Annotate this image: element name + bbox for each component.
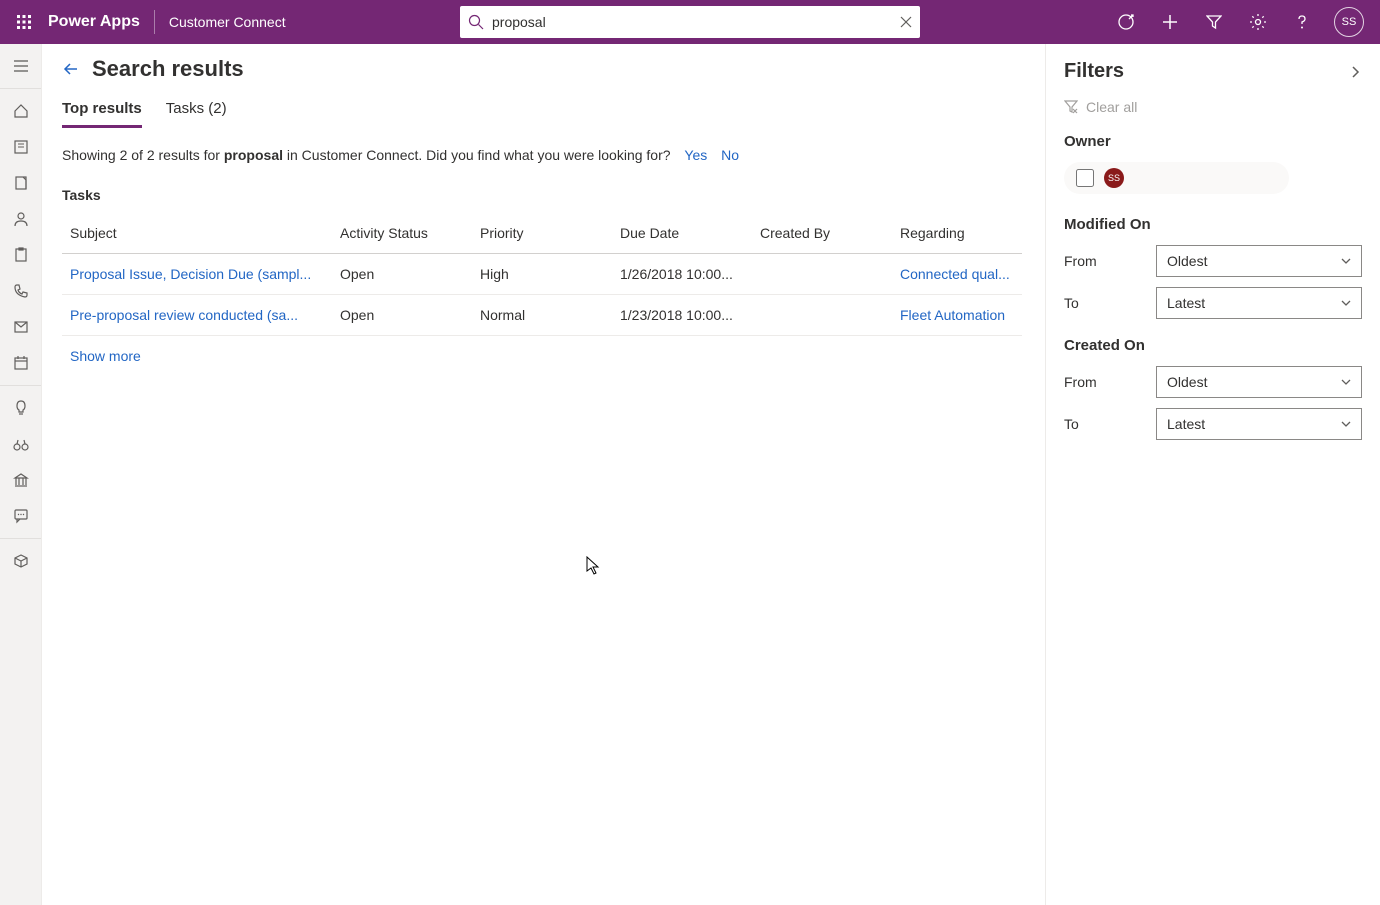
column-due-date[interactable]: Due Date [612, 213, 752, 254]
created-to-combo[interactable]: Latest [1156, 408, 1362, 440]
cell-due-date: 1/23/2018 10:00... [612, 295, 752, 336]
calendar-icon[interactable] [0, 345, 42, 381]
show-more-link[interactable]: Show more [62, 348, 141, 364]
clear-filter-icon [1064, 100, 1078, 114]
clear-search-icon[interactable] [900, 16, 912, 28]
user-avatar[interactable]: SS [1334, 7, 1364, 37]
settings-icon[interactable] [1238, 0, 1278, 44]
column-subject[interactable]: Subject [62, 213, 332, 254]
hamburger-icon[interactable] [0, 48, 42, 84]
cube-icon[interactable] [0, 543, 42, 579]
add-icon[interactable] [1150, 0, 1190, 44]
search-input[interactable] [492, 14, 900, 30]
cell-activity-status: Open [332, 254, 472, 295]
tab-top-results[interactable]: Top results [62, 100, 142, 128]
nav-item-2[interactable] [0, 129, 42, 165]
task-link[interactable]: Proposal Issue, Decision Due (sampl... [70, 266, 311, 282]
result-tabs: Top results Tasks (2) [62, 100, 1025, 129]
content-area: Search results Top results Tasks (2) Sho… [42, 44, 1045, 905]
header-divider [154, 10, 155, 34]
home-icon[interactable] [0, 93, 42, 129]
column-regarding[interactable]: Regarding [892, 213, 1022, 254]
person-icon[interactable] [0, 201, 42, 237]
task-link[interactable]: Pre-proposal review conducted (sa... [70, 307, 298, 323]
clipboard-icon[interactable] [0, 237, 42, 273]
chevron-down-icon [1341, 419, 1351, 429]
owner-checkbox[interactable] [1076, 169, 1094, 187]
help-icon[interactable] [1282, 0, 1322, 44]
environment-name[interactable]: Customer Connect [169, 14, 286, 30]
owner-filter-row[interactable]: SS [1064, 162, 1289, 194]
nav-item-3[interactable] [0, 165, 42, 201]
modified-to-label: To [1064, 295, 1144, 311]
owner-avatar-badge: SS [1104, 168, 1124, 188]
regarding-link[interactable]: Connected qual... [900, 266, 1010, 282]
app-name: Power Apps [48, 13, 140, 31]
section-label-tasks: Tasks [62, 187, 1025, 203]
filters-panel: Filters Clear all Owner SS Modified On F… [1045, 44, 1380, 905]
target-icon[interactable] [1106, 0, 1146, 44]
lightbulb-icon[interactable] [0, 390, 42, 426]
tab-tasks[interactable]: Tasks (2) [166, 100, 227, 128]
owner-section-label: Owner [1064, 133, 1362, 150]
table-row[interactable]: Proposal Issue, Decision Due (sampl... O… [62, 254, 1022, 295]
table-row[interactable]: Pre-proposal review conducted (sa... Ope… [62, 295, 1022, 336]
result-summary: Showing 2 of 2 results for proposal in C… [62, 147, 1025, 163]
search-icon [468, 14, 484, 30]
cell-due-date: 1/26/2018 10:00... [612, 254, 752, 295]
created-from-combo[interactable]: Oldest [1156, 366, 1362, 398]
chevron-down-icon [1341, 377, 1351, 387]
binoculars-icon[interactable] [0, 426, 42, 462]
mail-icon[interactable] [0, 309, 42, 345]
modified-from-combo[interactable]: Oldest [1156, 245, 1362, 277]
column-created-by[interactable]: Created By [752, 213, 892, 254]
regarding-link[interactable]: Fleet Automation [900, 307, 1005, 323]
filter-icon[interactable] [1194, 0, 1234, 44]
cell-created-by [752, 254, 892, 295]
avatar-initials: SS [1342, 16, 1357, 28]
app-launcher-icon[interactable] [8, 0, 40, 44]
created-on-label: Created On [1064, 337, 1362, 354]
top-bar: Power Apps Customer Connect SS [0, 0, 1380, 44]
modified-to-combo[interactable]: Latest [1156, 287, 1362, 319]
page-title: Search results [92, 56, 244, 82]
cell-activity-status: Open [332, 295, 472, 336]
feedback-yes-link[interactable]: Yes [684, 147, 707, 163]
cell-priority: Normal [472, 295, 612, 336]
modified-from-label: From [1064, 253, 1144, 269]
modified-on-label: Modified On [1064, 216, 1362, 233]
search-box[interactable] [460, 6, 920, 38]
results-table: Subject Activity Status Priority Due Dat… [62, 213, 1022, 336]
collapse-filters-icon[interactable] [1348, 65, 1362, 79]
created-to-label: To [1064, 416, 1144, 432]
chevron-down-icon [1341, 298, 1351, 308]
chat-icon[interactable] [0, 498, 42, 534]
feedback-no-link[interactable]: No [721, 147, 739, 163]
back-arrow-icon[interactable] [62, 60, 80, 78]
cell-created-by [752, 295, 892, 336]
left-nav-rail [0, 44, 42, 905]
filters-title: Filters [1064, 60, 1124, 83]
clear-all-filters[interactable]: Clear all [1064, 99, 1362, 115]
cell-priority: High [472, 254, 612, 295]
column-priority[interactable]: Priority [472, 213, 612, 254]
created-from-label: From [1064, 374, 1144, 390]
bank-icon[interactable] [0, 462, 42, 498]
chevron-down-icon [1341, 256, 1351, 266]
phone-icon[interactable] [0, 273, 42, 309]
column-activity-status[interactable]: Activity Status [332, 213, 472, 254]
